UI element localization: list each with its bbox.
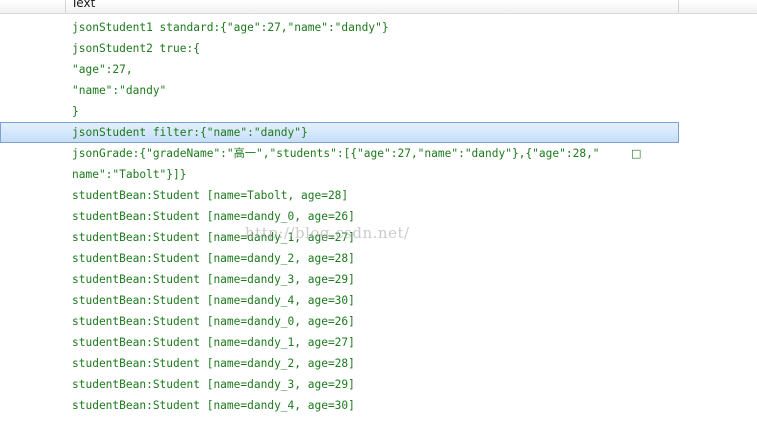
log-row[interactable]: jsonStudent2 true:{	[0, 38, 757, 59]
log-row[interactable]: jsonGrade:{"gradeName":"高一","students":[…	[0, 143, 757, 164]
log-line-text: "age":27,	[72, 63, 133, 76]
log-rows: jsonStudent1 standard:{"age":27,"name":"…	[0, 17, 757, 416]
log-line-text: studentBean:Student [name=dandy_4, age=3…	[72, 399, 355, 412]
log-line-text: studentBean:Student [name=dandy_1, age=2…	[72, 231, 355, 244]
column-divider[interactable]	[65, 0, 66, 14]
log-viewer: Text jsonStudent1 standard:{"age":27,"na…	[0, 0, 757, 447]
column-header-bar: Text	[0, 0, 757, 14]
log-line-text: studentBean:Student [name=Tabolt, age=28…	[72, 189, 349, 202]
log-row[interactable]: studentBean:Student [name=dandy_2, age=2…	[0, 248, 757, 269]
log-line-text: studentBean:Student [name=dandy_2, age=2…	[72, 252, 355, 265]
log-row[interactable]: "age":27,	[0, 59, 757, 80]
log-line-text: jsonGrade:{"gradeName":"高一","students":[…	[72, 147, 600, 160]
log-line-text: name":"Tabolt"}]}	[72, 168, 187, 181]
log-line-text: jsonStudent2 true:{	[72, 42, 200, 55]
column-header-text[interactable]: Text	[71, 0, 95, 10]
column-divider[interactable]	[678, 0, 679, 14]
log-row[interactable]: name":"Tabolt"}]}	[0, 164, 757, 185]
log-line-text: jsonStudent1 standard:{"age":27,"name":"…	[72, 21, 389, 34]
log-row[interactable]: studentBean:Student [name=dandy_4, age=3…	[0, 290, 757, 311]
log-row[interactable]: studentBean:Student [name=dandy_2, age=2…	[0, 353, 757, 374]
log-line-text: studentBean:Student [name=dandy_0, age=2…	[72, 210, 355, 223]
log-line-text: studentBean:Student [name=dandy_1, age=2…	[72, 336, 355, 349]
log-line-text: jsonStudent filter:{"name":"dandy"}	[72, 126, 308, 139]
log-row[interactable]: studentBean:Student [name=dandy_4, age=3…	[0, 395, 757, 416]
log-row[interactable]: studentBean:Student [name=dandy_0, age=2…	[0, 206, 757, 227]
log-row[interactable]: "name":"dandy"	[0, 80, 757, 101]
log-row[interactable]: studentBean:Student [name=dandy_1, age=2…	[0, 227, 757, 248]
log-line-text: }	[72, 105, 79, 118]
log-row[interactable]: studentBean:Student [name=dandy_0, age=2…	[0, 311, 757, 332]
log-line-text: studentBean:Student [name=dandy_0, age=2…	[72, 315, 355, 328]
log-line-text: studentBean:Student [name=dandy_2, age=2…	[72, 357, 355, 370]
log-row[interactable]: }	[0, 101, 757, 122]
log-row[interactable]: studentBean:Student [name=Tabolt, age=28…	[0, 185, 757, 206]
log-row[interactable]: studentBean:Student [name=dandy_3, age=2…	[0, 269, 757, 290]
log-line-text: studentBean:Student [name=dandy_3, age=2…	[72, 273, 355, 286]
log-row[interactable]: studentBean:Student [name=dandy_1, age=2…	[0, 332, 757, 353]
log-row-selected[interactable]: jsonStudent filter:{"name":"dandy"}	[0, 122, 679, 143]
log-row[interactable]: jsonStudent1 standard:{"age":27,"name":"…	[0, 17, 757, 38]
overflow-box-icon: □	[631, 147, 642, 160]
log-row[interactable]: studentBean:Student [name=dandy_3, age=2…	[0, 374, 757, 395]
log-line-text: studentBean:Student [name=dandy_4, age=3…	[72, 294, 355, 307]
log-line-text: studentBean:Student [name=dandy_3, age=2…	[72, 378, 355, 391]
log-line-text: "name":"dandy"	[72, 84, 167, 97]
